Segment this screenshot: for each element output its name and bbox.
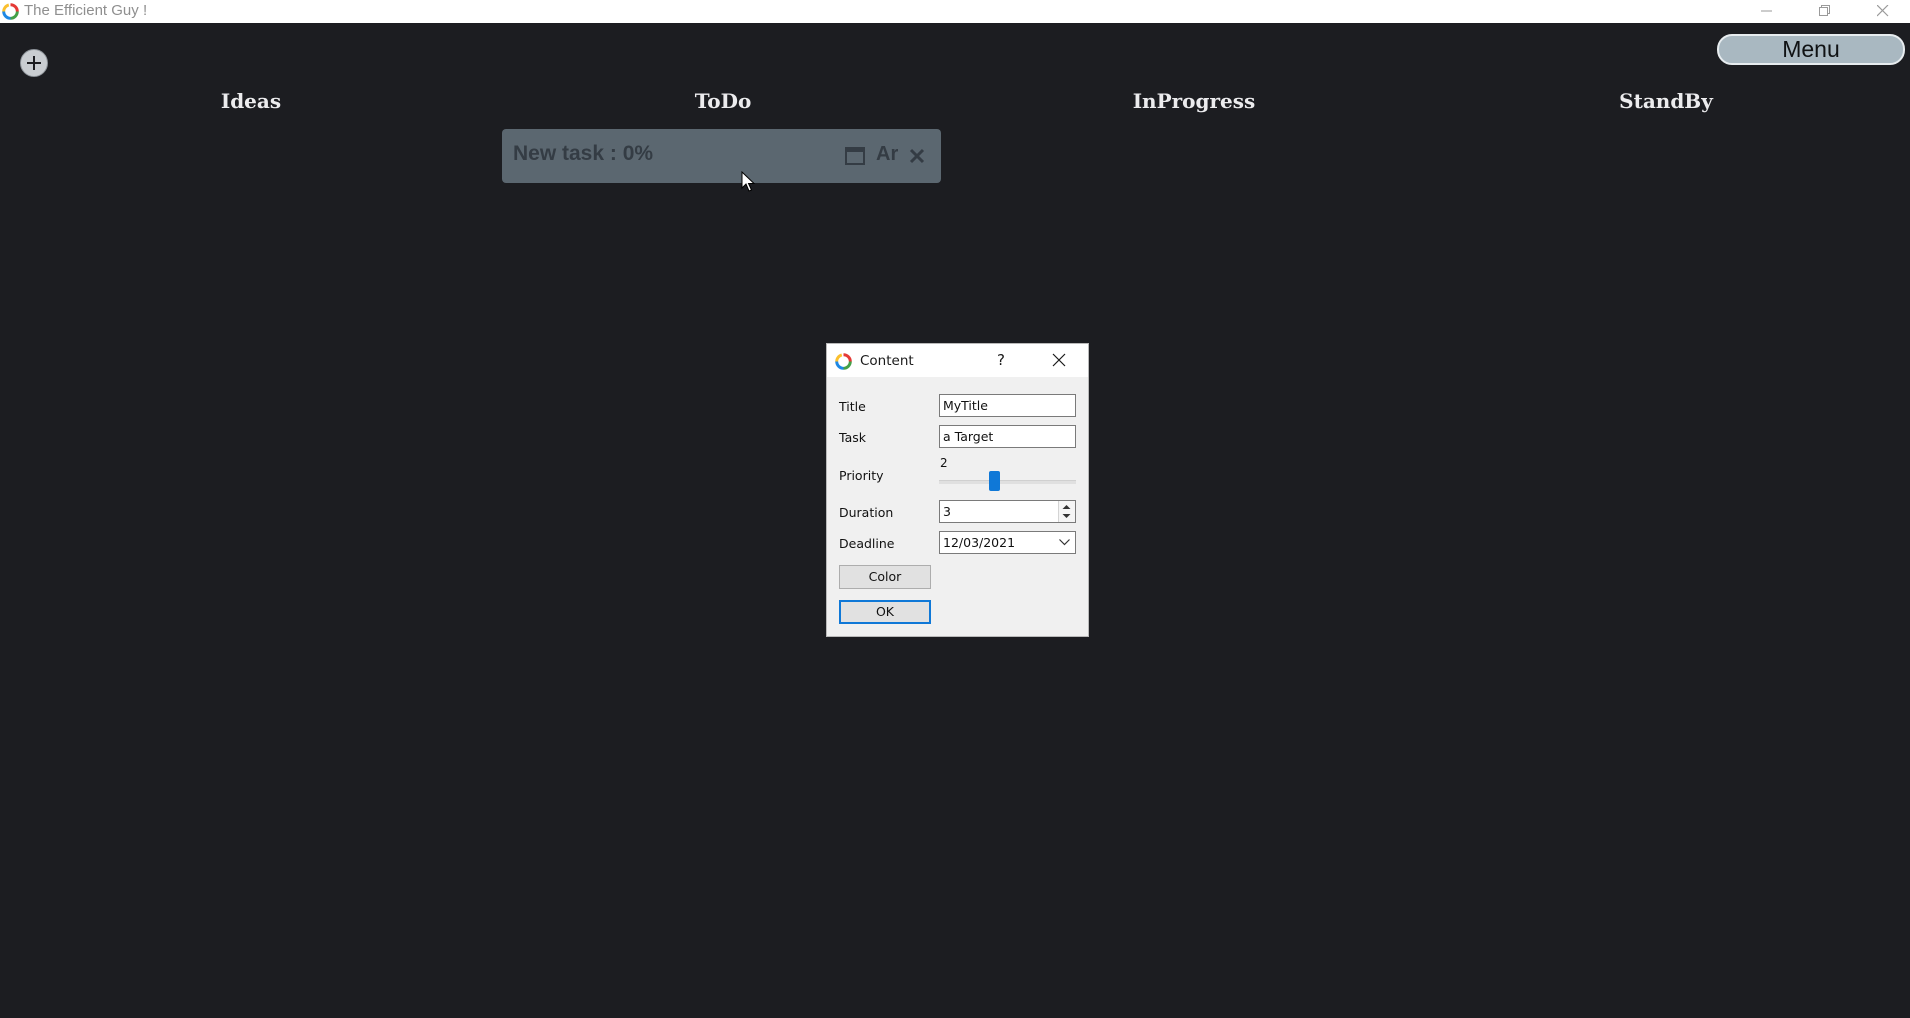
- restore-icon: [1819, 5, 1830, 16]
- close-window-button[interactable]: [1854, 0, 1910, 23]
- deadline-date-picker[interactable]: 12/03/2021: [939, 531, 1076, 554]
- spin-down-icon[interactable]: [1062, 513, 1071, 519]
- ring-logo-icon: [835, 353, 852, 370]
- close-icon[interactable]: [909, 148, 925, 164]
- duration-spin-buttons[interactable]: [1058, 501, 1075, 522]
- duration-label: Duration: [839, 505, 894, 520]
- window-titlebar: The Efficient Guy !: [0, 0, 1910, 23]
- minimize-button[interactable]: [1738, 0, 1796, 23]
- window-icon[interactable]: [845, 147, 865, 165]
- column-header-todo: ToDo: [694, 89, 752, 113]
- menu-button[interactable]: Menu: [1717, 34, 1905, 65]
- plus-icon: [27, 56, 41, 70]
- window-title: The Efficient Guy !: [24, 2, 148, 19]
- title-input[interactable]: MyTitle: [939, 394, 1076, 417]
- content-dialog: Content ? Title MyTitle Task a Target Pr…: [826, 343, 1089, 637]
- task-input[interactable]: a Target: [939, 425, 1076, 448]
- chevron-down-icon[interactable]: [1059, 539, 1070, 546]
- help-button[interactable]: ?: [997, 351, 1005, 369]
- spin-up-icon[interactable]: [1062, 504, 1071, 510]
- task-card[interactable]: New task : 0% Ar: [502, 129, 941, 183]
- minimize-icon: [1761, 10, 1772, 12]
- color-button[interactable]: Color: [839, 565, 931, 589]
- restore-button[interactable]: [1796, 0, 1854, 23]
- dialog-titlebar: Content ?: [827, 344, 1088, 377]
- deadline-label: Deadline: [839, 536, 895, 551]
- column-header-inprogress: InProgress: [1132, 89, 1256, 113]
- ok-button[interactable]: OK: [839, 600, 931, 624]
- dialog-title: Content: [860, 353, 914, 369]
- archive-button[interactable]: Ar: [876, 143, 898, 166]
- priority-label: Priority: [839, 468, 884, 483]
- priority-slider-track[interactable]: [939, 480, 1076, 484]
- add-task-button[interactable]: [20, 49, 48, 77]
- column-header-ideas: Ideas: [220, 89, 282, 113]
- duration-value: 3: [943, 504, 951, 519]
- duration-spinbox[interactable]: 3: [939, 500, 1076, 523]
- ring-logo-icon: [2, 3, 19, 20]
- column-header-standby: StandBy: [1619, 89, 1713, 113]
- mouse-cursor-icon: [741, 171, 755, 192]
- task-card-title: New task : 0%: [513, 142, 654, 165]
- task-label: Task: [839, 430, 866, 445]
- close-icon: [1877, 5, 1889, 17]
- priority-value: 2: [940, 456, 948, 470]
- title-label: Title: [839, 399, 866, 414]
- close-icon[interactable]: [1052, 353, 1066, 367]
- priority-slider-thumb[interactable]: [989, 471, 1000, 491]
- deadline-value: 12/03/2021: [943, 535, 1016, 550]
